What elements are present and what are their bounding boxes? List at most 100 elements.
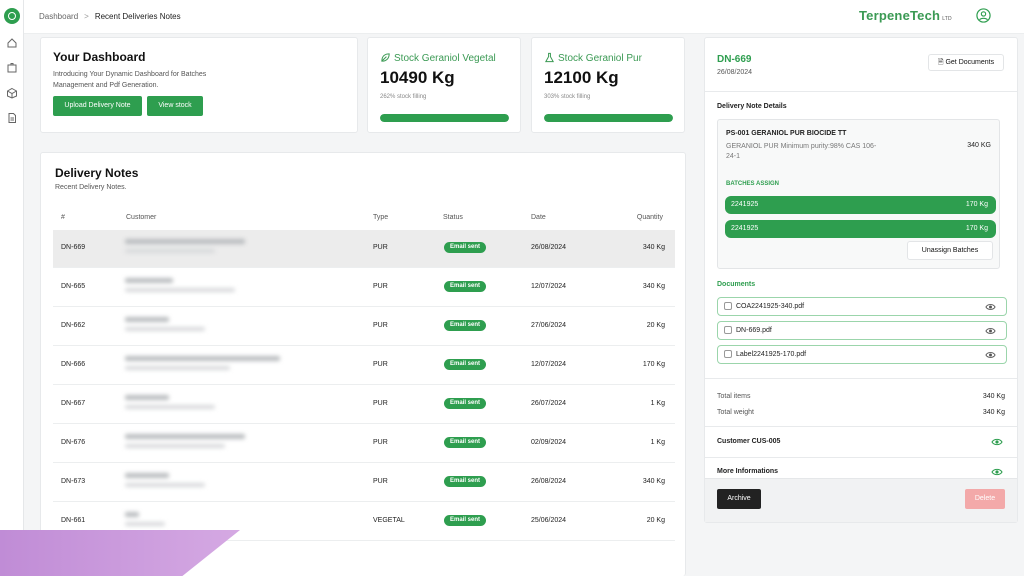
eye-icon[interactable] — [985, 302, 996, 312]
total-weight-label: Total weight — [717, 409, 754, 416]
document-checkbox[interactable] — [724, 326, 732, 334]
documents-label: Documents — [717, 281, 756, 288]
stock-progress-fill — [380, 114, 509, 122]
status-badge: Email sent — [444, 515, 487, 526]
view-stock-button[interactable]: View stock — [147, 96, 203, 116]
more-informations-label: More Informations — [717, 468, 779, 475]
breadcrumb-root[interactable]: Dashboard — [39, 12, 78, 21]
unassign-batches-button[interactable]: Unassign Batches — [907, 241, 993, 260]
batch-quantity: 170 Kg — [965, 201, 988, 208]
status-badge: Email sent — [444, 437, 487, 448]
stat-title: Stock Geraniol Pur — [544, 52, 642, 64]
document-name: Label2241925-170.pdf — [736, 351, 807, 358]
delete-button[interactable]: Delete — [965, 489, 1005, 509]
box-icon[interactable] — [6, 87, 18, 99]
user-avatar-icon[interactable] — [976, 8, 991, 23]
column-header-number[interactable]: # — [61, 214, 65, 221]
row-date: 26/07/2024 — [531, 400, 567, 407]
upload-delivery-note-button[interactable]: Upload Delivery Note — [53, 96, 142, 116]
batch-number: 2241925 — [731, 225, 759, 232]
row-id: DN-667 — [61, 400, 86, 407]
eye-icon[interactable] — [985, 350, 996, 360]
archive-button[interactable]: Archive — [717, 489, 761, 509]
status-badge: Email sent — [444, 476, 487, 487]
table-row[interactable]: DN-667 PUR Email sent 26/07/2024 1 Kg — [53, 386, 675, 424]
row-type: PUR — [373, 478, 388, 485]
row-type: PUR — [373, 361, 388, 368]
document-item[interactable]: Label2241925-170.pdf — [717, 345, 1007, 364]
sidebar-rail — [0, 0, 24, 576]
delivery-notes-subtitle: Recent Delivery Notes. — [55, 184, 127, 191]
stat-card-vegetal: Stock Geraniol Vegetal 10490 Kg 262% sto… — [367, 37, 521, 133]
details-label: Delivery Note Details — [717, 103, 787, 110]
batch-item[interactable]: 2241925 170 Kg — [725, 196, 996, 214]
document-item[interactable]: COA2241925-340.pdf — [717, 297, 1007, 316]
breadcrumb: Dashboard > Recent Deliveries Notes — [39, 12, 181, 21]
row-id: DN-669 — [61, 244, 86, 251]
divider — [705, 426, 1017, 427]
row-id: DN-666 — [61, 361, 86, 368]
eye-icon[interactable] — [991, 467, 1003, 477]
customer-blurred — [125, 239, 245, 259]
table-row[interactable]: DN-662 PUR Email sent 27/06/2024 20 Kg — [53, 308, 675, 346]
row-id: DN-665 — [61, 283, 86, 290]
customer-blurred — [125, 317, 205, 337]
stock-progress-bar — [380, 114, 509, 122]
document-checkbox[interactable] — [724, 350, 732, 358]
column-header-customer[interactable]: Customer — [126, 214, 156, 221]
stat-fill-text: 303% stock filling — [544, 94, 591, 100]
column-header-date[interactable]: Date — [531, 214, 546, 221]
stat-fill-text: 262% stock filling — [380, 94, 427, 100]
eye-icon[interactable] — [991, 437, 1003, 447]
eye-icon[interactable] — [985, 326, 996, 336]
app-logo[interactable] — [4, 8, 20, 24]
customer-blurred — [125, 395, 215, 415]
row-quantity: 340 Kg — [642, 478, 665, 485]
stock-progress-fill — [544, 114, 673, 122]
brand-logo: TerpeneTech LTD — [859, 8, 952, 23]
row-type: PUR — [373, 439, 388, 446]
leaf-icon — [381, 53, 390, 62]
table-row[interactable]: DN-676 PUR Email sent 02/09/2024 1 Kg — [53, 425, 675, 463]
customer-blurred — [125, 356, 280, 376]
stock-icon[interactable] — [6, 62, 18, 74]
column-header-type[interactable]: Type — [373, 214, 388, 221]
status-badge: Email sent — [444, 398, 487, 409]
row-quantity: 170 Kg — [642, 361, 665, 368]
stat-title-text: Stock Geraniol Pur — [558, 53, 642, 64]
product-description: GERANIOL PUR Minimum purity:98% CAS 106-… — [726, 143, 877, 160]
batch-number: 2241925 — [731, 201, 759, 208]
row-type: PUR — [373, 322, 388, 329]
divider — [705, 91, 1017, 92]
row-type: PUR — [373, 244, 388, 251]
detail-date: 26/08/2024 — [717, 69, 753, 76]
batches-assign-label: BATCHES ASSIGN — [726, 181, 780, 187]
table-row[interactable]: DN-665 PUR Email sent 12/07/2024 340 Kg — [53, 269, 675, 307]
flask-icon — [544, 52, 555, 63]
status-badge: Email sent — [444, 359, 487, 370]
stat-card-pur: Stock Geraniol Pur 12100 Kg 303% stock f… — [531, 37, 685, 133]
batch-item[interactable]: 2241925 170 Kg — [725, 220, 996, 238]
row-type: PUR — [373, 283, 388, 290]
stat-title-text: Stock Geraniol Vegetal — [394, 53, 496, 64]
divider — [705, 457, 1017, 458]
row-quantity: 20 Kg — [646, 517, 665, 524]
row-date: 02/09/2024 — [531, 439, 567, 446]
column-header-quantity[interactable]: Quantity — [637, 214, 663, 221]
row-id: DN-661 — [61, 517, 86, 524]
get-documents-button[interactable]: 🗎 Get Documents — [928, 54, 1004, 71]
document-checkbox[interactable] — [724, 302, 732, 310]
table-row[interactable]: DN-673 PUR Email sent 26/08/2024 340 Kg — [53, 464, 675, 502]
table-row[interactable]: DN-669 PUR Email sent 26/08/2024 340 Kg — [53, 230, 675, 268]
delivery-note-detail-panel: DN-669 26/08/2024 🗎 Get Documents Delive… — [704, 37, 1018, 523]
table-row[interactable]: DN-666 PUR Email sent 12/07/2024 170 Kg — [53, 347, 675, 385]
customer-blurred — [125, 278, 235, 298]
document-item[interactable]: DN-669.pdf — [717, 321, 1007, 340]
document-icon[interactable] — [6, 112, 18, 124]
detail-footer: Archive Delete — [705, 478, 1017, 522]
home-icon[interactable] — [6, 37, 18, 49]
customer-blurred — [125, 512, 165, 532]
total-items-label: Total items — [717, 393, 751, 400]
column-header-status[interactable]: Status — [443, 214, 463, 221]
divider — [705, 378, 1017, 379]
